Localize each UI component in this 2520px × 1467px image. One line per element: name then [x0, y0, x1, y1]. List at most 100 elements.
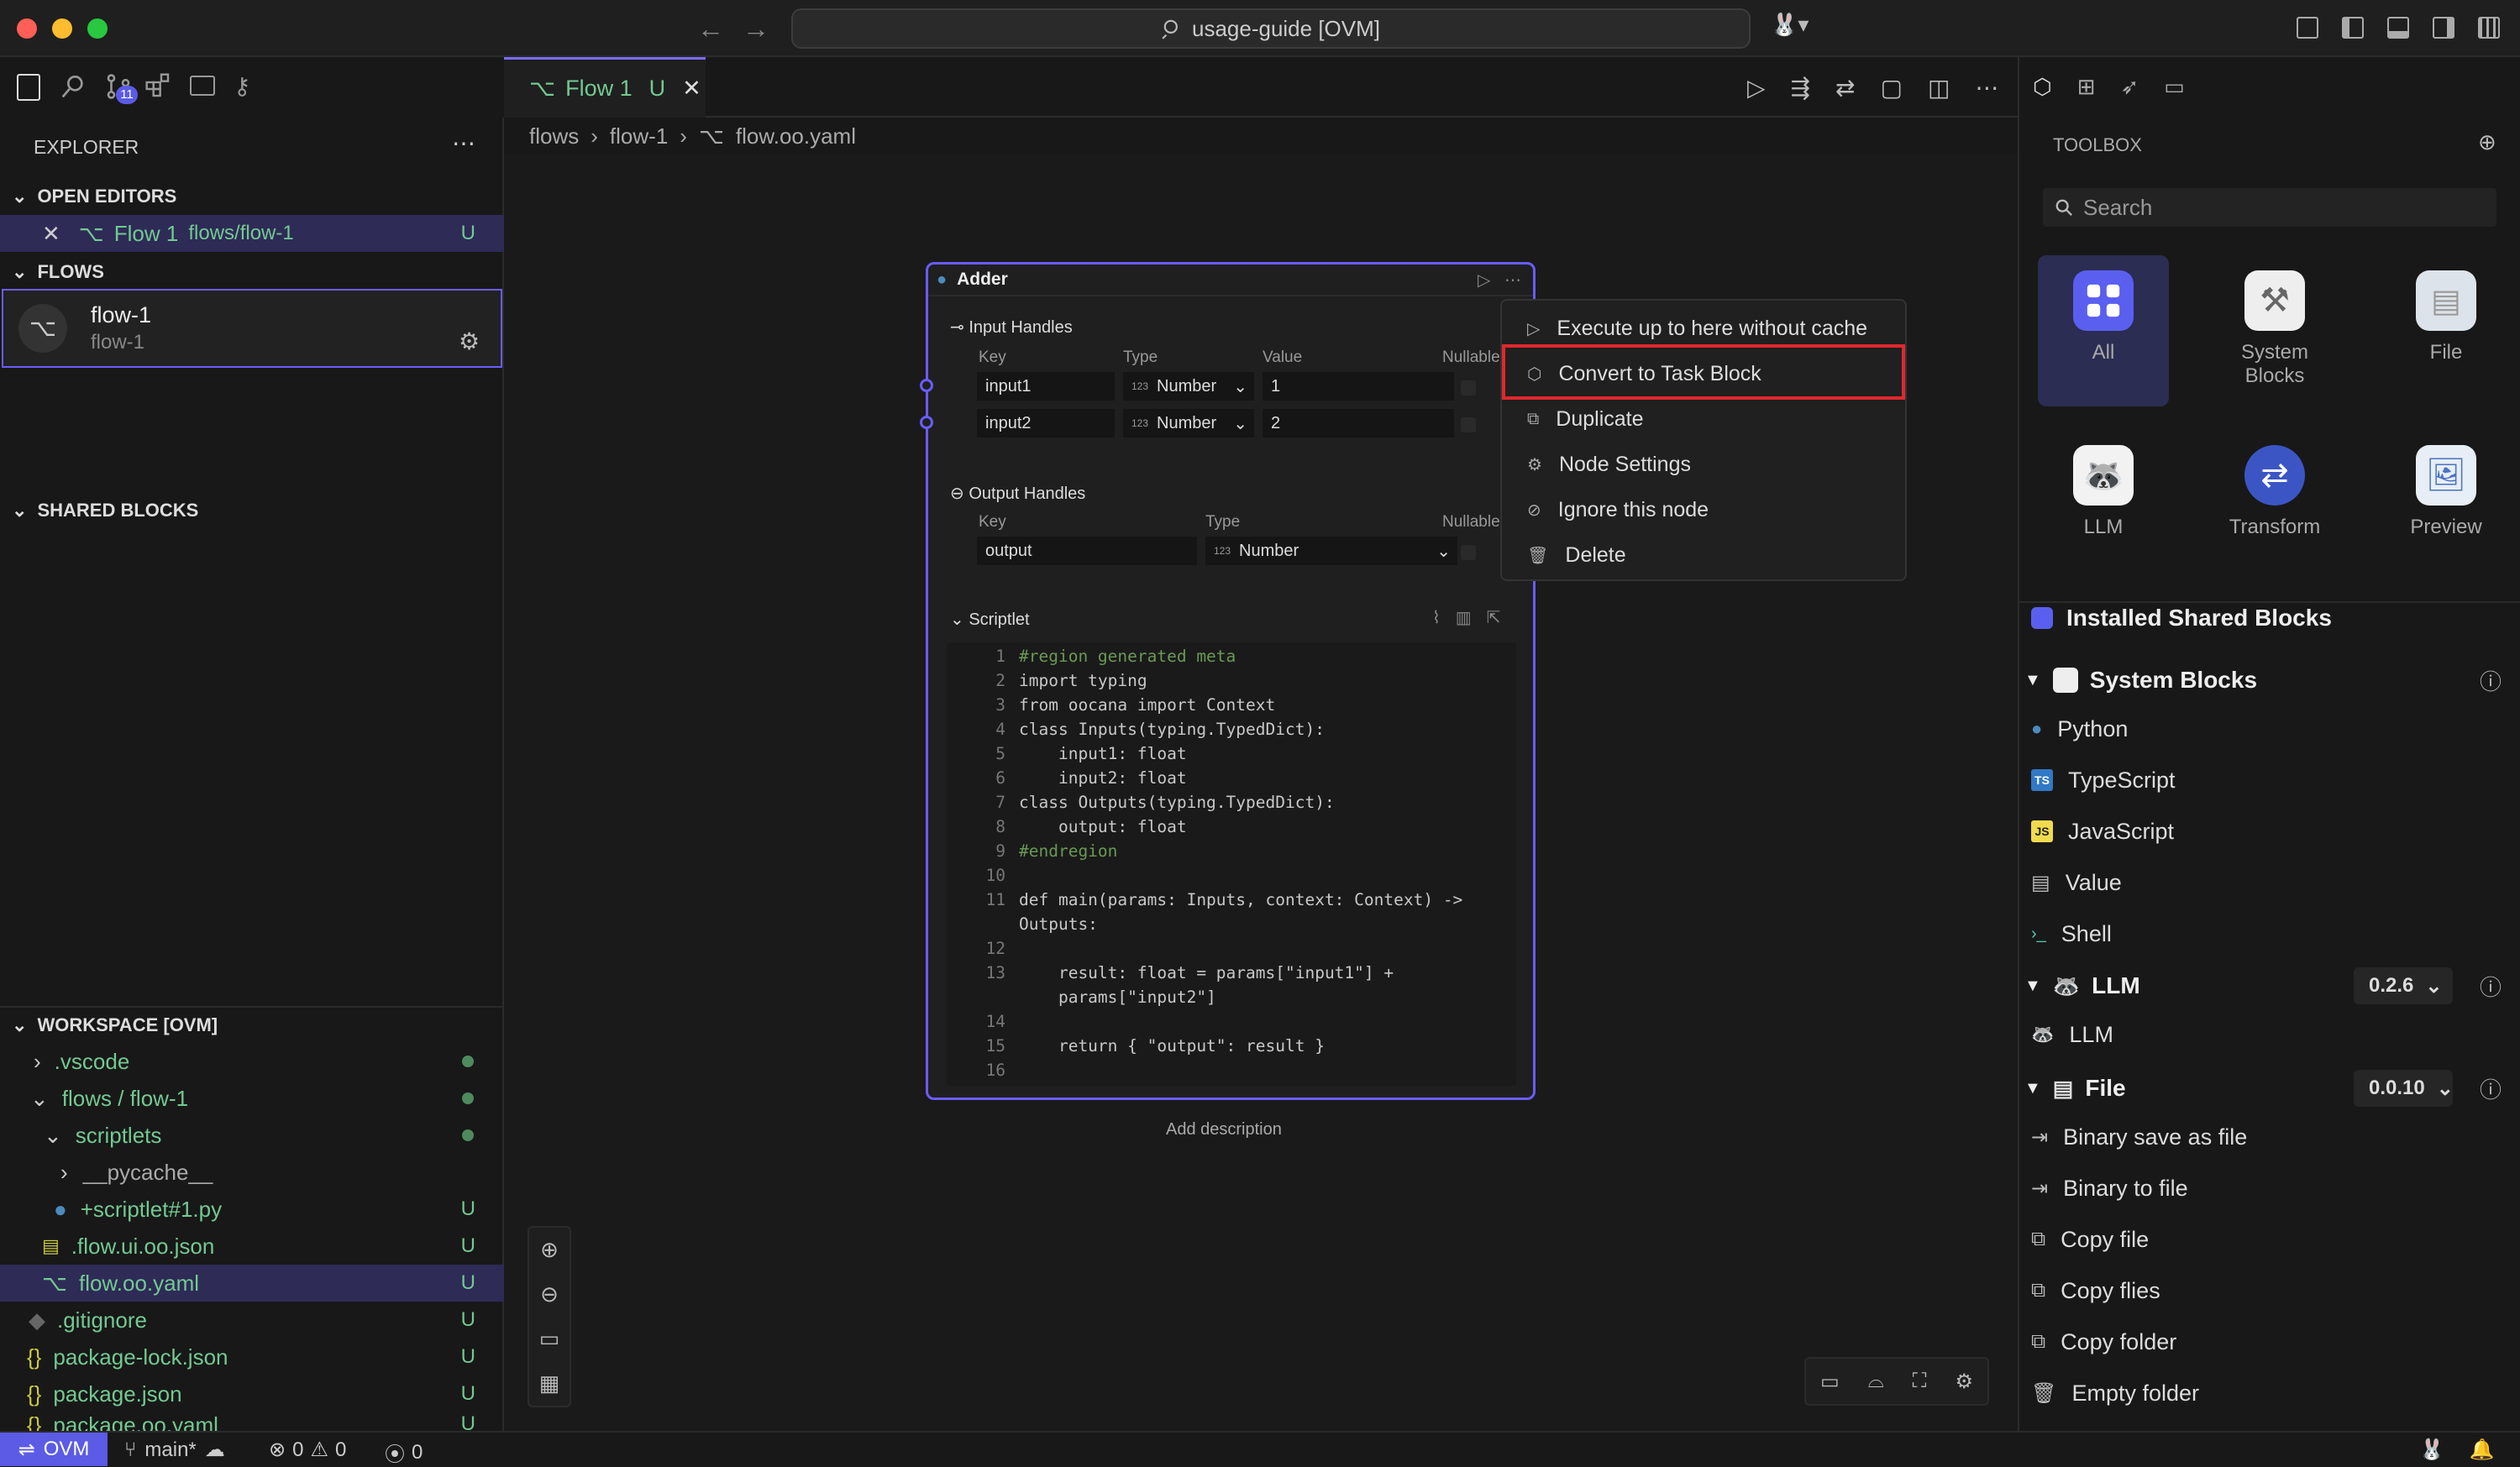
tree-item-flow-ui-json[interactable]: ▤ .flow.ui.oo.json U: [0, 1228, 504, 1265]
tree-item-scriptlets[interactable]: ⌄ scriptlets: [0, 1117, 504, 1154]
zoom-in-icon[interactable]: ⊕: [540, 1237, 559, 1263]
breadcrumb-file[interactable]: flow.oo.yaml: [736, 123, 856, 149]
terminal-icon[interactable]: ▭: [1820, 1370, 1840, 1394]
group-system-blocks[interactable]: ▼ System Blocks ⓘ: [2024, 655, 2512, 705]
block-copy-file[interactable]: ⧉ Copy file: [2031, 1214, 2510, 1265]
search-activity-icon[interactable]: [60, 72, 87, 99]
tree-item-flow-yaml[interactable]: ⌥ flow.oo.yaml U: [0, 1265, 504, 1302]
menu-item-delete[interactable]: 🗑 Delete: [1502, 532, 1908, 578]
block-javascript[interactable]: JS JavaScript: [2031, 806, 2510, 857]
key-icon[interactable]: ⚷: [234, 72, 251, 100]
input-value-field[interactable]: 2: [1263, 409, 1454, 437]
chat-icon[interactable]: ▭: [2164, 74, 2185, 100]
breadcrumb-flows[interactable]: flows: [529, 123, 579, 149]
file-version-select[interactable]: 0.0.10 ⌄: [2354, 1070, 2454, 1107]
block-shell[interactable]: ›_ Shell: [2031, 909, 2510, 959]
screen-icon[interactable]: [2478, 17, 2500, 39]
open-external-icon[interactable]: ⇱: [1487, 607, 1501, 628]
remote-indicator[interactable]: ⇌ OVM: [0, 1433, 108, 1466]
group-llm[interactable]: ▼ 🦝 LLM 0.2.6 ⌄ ⓘ: [2024, 961, 2512, 1011]
copilot-icon[interactable]: 🐰: [2419, 1438, 2444, 1462]
block-llm[interactable]: 🦝 LLM: [2031, 1009, 2510, 1060]
maximize-window-button[interactable]: [87, 18, 108, 39]
toggle-panel-icon[interactable]: [2387, 17, 2409, 39]
compare-icon[interactable]: ⇄: [1835, 74, 1855, 102]
nullable-checkbox[interactable]: [1461, 417, 1476, 432]
tree-item-package-oo-yaml[interactable]: {} package.oo.yaml U: [0, 1412, 504, 1431]
tree-item-gitignore[interactable]: ◆ .gitignore U: [0, 1302, 504, 1339]
tree-item-pycache[interactable]: › __pycache__: [0, 1154, 504, 1191]
ports-indicator[interactable]: ⦿ 0: [385, 1438, 423, 1467]
problems-indicator[interactable]: ⊗ 0 ⚠ 0: [269, 1438, 346, 1462]
category-all[interactable]: All: [2038, 255, 2169, 406]
flow-settings-gear-icon[interactable]: ⚙: [459, 327, 480, 355]
input-handle-connector[interactable]: [920, 379, 933, 392]
breadcrumb-flow-1[interactable]: flow-1: [610, 123, 668, 149]
split-editor-icon[interactable]: ◫: [1928, 74, 1950, 102]
category-llm[interactable]: 🦝 LLM: [2038, 430, 2169, 581]
category-preview[interactable]: 🖼 Preview: [2381, 430, 2512, 581]
settings-gear-icon[interactable]: ⚙: [1955, 1370, 1973, 1394]
input-type-select[interactable]: 123 Number ⌄: [1123, 372, 1254, 401]
category-transform[interactable]: ⇄ Transform: [2209, 430, 2340, 581]
adder-node[interactable]: ● Adder ▷ ⋯ ⊸ Input Handles Key Type Val…: [920, 262, 1536, 1100]
toggle-primary-sidebar-icon[interactable]: [2342, 17, 2364, 39]
tree-item-package-lock[interactable]: {} package-lock.json U: [0, 1339, 504, 1375]
code-editor[interactable]: 1 #region generated meta 2 import typing 3 fr…: [947, 642, 1516, 1086]
layout-icon[interactable]: ▦: [539, 1370, 560, 1396]
close-tab-icon[interactable]: ✕: [682, 76, 701, 102]
fullscreen-icon[interactable]: ⛶: [1913, 1370, 1927, 1393]
info-icon[interactable]: ⓘ: [2480, 665, 2502, 696]
menu-item-ignore[interactable]: ⊘ Ignore this node: [1502, 487, 1908, 532]
block-typescript[interactable]: TS TypeScript: [2031, 755, 2510, 805]
copilot-icon[interactable]: 🐰▾: [1771, 12, 1818, 45]
block-empty-folder[interactable]: 🗑 Empty folder: [2031, 1368, 2510, 1418]
add-description-link[interactable]: Add description: [1166, 1120, 1282, 1140]
block-copy-flies[interactable]: ⧉ Copy flies: [2031, 1265, 2510, 1316]
open-editors-section[interactable]: ⌄ OPEN EDITORS: [0, 178, 504, 215]
block-value[interactable]: ▤ Value: [2031, 857, 2510, 908]
cube-icon[interactable]: ⬡: [2033, 74, 2052, 100]
explorer-files-icon[interactable]: [17, 74, 40, 101]
tree-item-flows[interactable]: ⌄ flows / flow-1: [0, 1080, 504, 1117]
input-key-field[interactable]: input1: [977, 372, 1115, 401]
command-center-search[interactable]: usage-guide [OVM]: [791, 8, 1751, 49]
box-icon[interactable]: ⊞: [2077, 74, 2096, 100]
block-binary-save-as-file[interactable]: ⇥ Binary save as file: [2031, 1112, 2510, 1162]
info-icon[interactable]: ⓘ: [2480, 971, 2502, 1002]
fit-view-icon[interactable]: ▭: [539, 1326, 560, 1352]
menu-item-duplicate[interactable]: ⧉ Duplicate: [1502, 396, 1908, 442]
flows-section[interactable]: ⌄ FLOWS: [0, 254, 504, 291]
close-icon[interactable]: ✕: [42, 221, 60, 247]
node-more-icon[interactable]: ⋯: [1504, 270, 1521, 291]
flow-item[interactable]: ⌥ flow-1 flow-1 ⚙: [2, 289, 502, 368]
open-editor-item[interactable]: ✕ ⌥ Flow 1 flows/flow-1 U: [0, 215, 504, 252]
run-icon[interactable]: ▷: [1747, 74, 1766, 102]
run-node-icon[interactable]: ▷: [1478, 270, 1490, 291]
input-key-field[interactable]: input2: [977, 409, 1115, 437]
branch-indicator[interactable]: ⑂ main* ☁: [124, 1438, 225, 1462]
input-type-select[interactable]: 123 Number ⌄: [1123, 409, 1254, 437]
tree-item-package-json[interactable]: {} package.json U: [0, 1375, 504, 1412]
attachment-icon[interactable]: ⌇: [1432, 607, 1441, 628]
customize-layout-icon[interactable]: [2297, 17, 2318, 39]
workspace-section[interactable]: ⌄ WORKSPACE [OVM]: [0, 1006, 504, 1043]
group-file[interactable]: ▼ ▤ File 0.0.10 ⌄ ⓘ: [2024, 1063, 2512, 1113]
more-actions-icon[interactable]: ⋯: [452, 129, 475, 157]
block-python[interactable]: ● Python: [2031, 704, 2510, 754]
bell-icon[interactable]: 🔔: [2470, 1438, 2495, 1462]
block-binary-to-file[interactable]: ⇥ Binary to file: [2031, 1163, 2510, 1213]
shared-blocks-section[interactable]: ⌄ SHARED BLOCKS: [0, 492, 504, 529]
tab-flow-1[interactable]: ⌥ Flow 1 U ✕: [504, 57, 706, 118]
run-step-icon[interactable]: ⇶: [1791, 74, 1810, 102]
back-arrow-icon[interactable]: ←: [697, 13, 724, 45]
block-copy-folder[interactable]: ⧉ Copy folder: [2031, 1317, 2510, 1367]
info-icon[interactable]: ⓘ: [2480, 1073, 2502, 1104]
new-file-icon[interactable]: ⊕: [2478, 129, 2496, 155]
nullable-checkbox[interactable]: [1461, 545, 1476, 560]
output-type-select[interactable]: 123 Number ⌄: [1205, 537, 1457, 565]
rocket-icon[interactable]: ➶: [2121, 74, 2139, 100]
tree-item-vscode[interactable]: › .vscode: [0, 1043, 504, 1080]
input-handle-connector[interactable]: [920, 416, 933, 429]
zoom-out-icon[interactable]: ⊖: [540, 1281, 559, 1307]
